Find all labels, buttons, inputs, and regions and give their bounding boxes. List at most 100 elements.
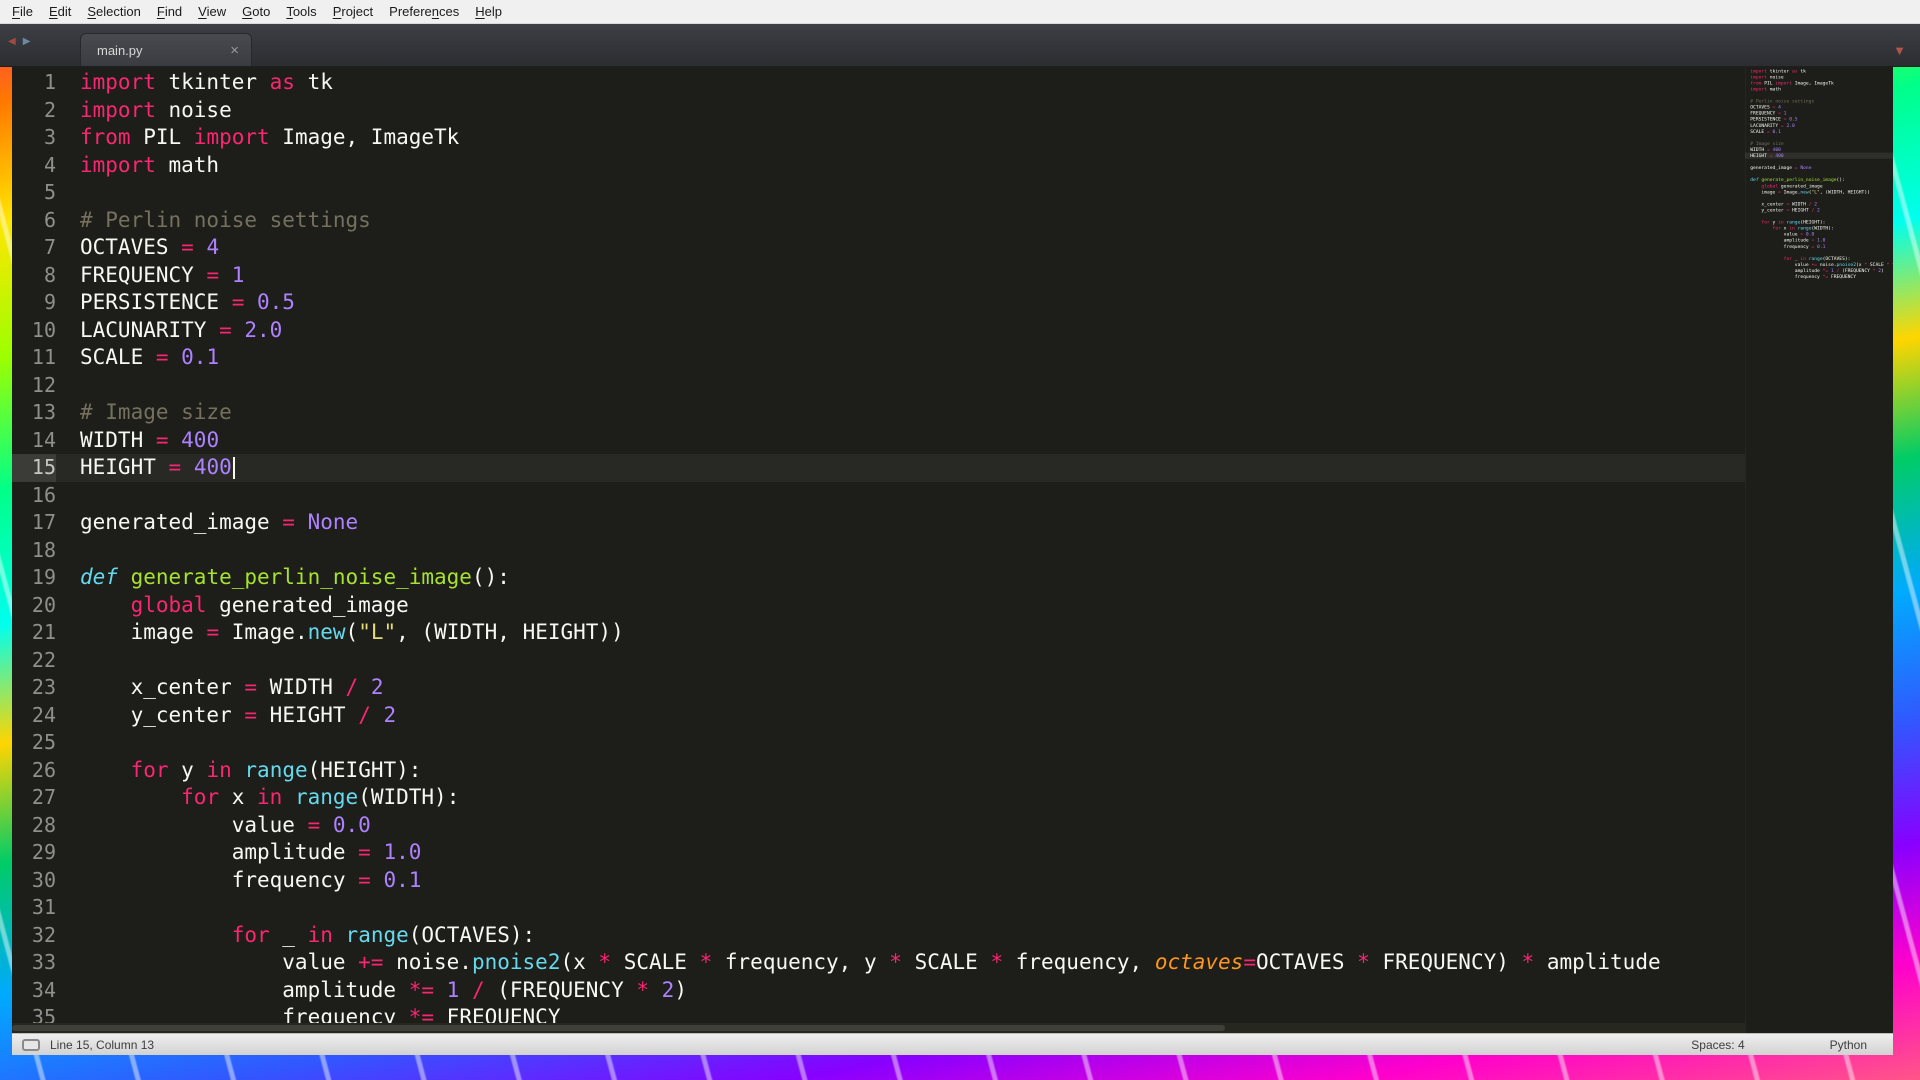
code-line-20: 20 global generated_image <box>12 592 1893 620</box>
line-number: 4 <box>12 152 56 180</box>
code-line-31: 31 <box>12 894 1893 922</box>
line-number: 9 <box>12 289 56 317</box>
close-icon[interactable]: × <box>230 43 239 58</box>
line-number: 20 <box>12 592 56 620</box>
code-line-5: 5 <box>12 179 1893 207</box>
code-line-18: 18 <box>12 537 1893 565</box>
code-line-13: 13# Image size <box>12 399 1893 427</box>
line-number: 26 <box>12 757 56 785</box>
code-line-6: 6# Perlin noise settings <box>12 207 1893 235</box>
menu-find[interactable]: Find <box>149 0 190 23</box>
code-line-1: 1import tkinter as tk <box>12 69 1893 97</box>
code-line-9: 9PERSISTENCE = 0.5 <box>12 289 1893 317</box>
code-line-28: 28 value = 0.0 <box>12 812 1893 840</box>
horizontal-scrollbar[interactable] <box>12 1023 1745 1033</box>
code-line-30: 30 frequency = 0.1 <box>12 867 1893 895</box>
line-number: 6 <box>12 207 56 235</box>
line-number: 32 <box>12 922 56 950</box>
code-line-14: 14WIDTH = 400 <box>12 427 1893 455</box>
code-line-8: 8FREQUENCY = 1 <box>12 262 1893 290</box>
line-number: 24 <box>12 702 56 730</box>
text-cursor <box>233 457 235 479</box>
code-line-33: value += noise.pnoise2(x * SCALE * frequ… <box>1745 261 1893 267</box>
indent-settings[interactable]: Spaces: 4 <box>1691 1038 1744 1052</box>
menu-tools[interactable]: Tools <box>278 0 324 23</box>
line-number: 16 <box>12 482 56 510</box>
status-panel-icon[interactable] <box>22 1039 40 1051</box>
line-number: 15 <box>12 454 56 482</box>
line-number: 5 <box>12 179 56 207</box>
line-number: 14 <box>12 427 56 455</box>
line-number: 17 <box>12 509 56 537</box>
menu-selection[interactable]: Selection <box>79 0 148 23</box>
code-line-17: 17generated_image = None <box>12 509 1893 537</box>
syntax-selector[interactable]: Python <box>1830 1038 1867 1052</box>
line-number: 13 <box>12 399 56 427</box>
menu-help[interactable]: Help <box>467 0 510 23</box>
status-bar: Line 15, Column 13 Spaces: 4 Python <box>12 1033 1893 1055</box>
line-number: 33 <box>12 949 56 977</box>
code-line-27: 27 for x in range(WIDTH): <box>12 784 1893 812</box>
tab-main-py[interactable]: main.py × <box>80 33 252 66</box>
code-line-22: 22 <box>12 647 1893 675</box>
code-line-3: 3from PIL import Image, ImageTk <box>12 124 1893 152</box>
menu-bar: FileEditSelectionFindViewGotoToolsProjec… <box>0 0 1920 24</box>
line-number: 10 <box>12 317 56 345</box>
horizontal-scrollbar-handle[interactable] <box>12 1025 1225 1031</box>
minimap[interactable]: import tkinter as tkimport noisefrom PIL… <box>1745 67 1893 1033</box>
code-line-25: 25 <box>12 729 1893 757</box>
line-number: 27 <box>12 784 56 812</box>
code-line-4: 4import math <box>12 152 1893 180</box>
line-number: 25 <box>12 729 56 757</box>
tab-bar: ◀ ▶ main.py × ▼ <box>0 24 1920 67</box>
tab-scroll-left-icon[interactable]: ◀ <box>8 37 16 47</box>
line-number: 30 <box>12 867 56 895</box>
code-line-10: 10LACUNARITY = 2.0 <box>12 317 1893 345</box>
line-number: 1 <box>12 69 56 97</box>
line-number: 19 <box>12 564 56 592</box>
line-number: 3 <box>12 124 56 152</box>
code-editor[interactable]: 1import tkinter as tk2import noise3from … <box>12 67 1893 1033</box>
code-line-35: frequency *= FREQUENCY <box>1745 274 1893 280</box>
menu-preferences[interactable]: Preferences <box>381 0 467 23</box>
line-number: 28 <box>12 812 56 840</box>
line-number: 11 <box>12 344 56 372</box>
code-line-32: 32 for _ in range(OCTAVES): <box>12 922 1893 950</box>
line-number: 23 <box>12 674 56 702</box>
code-area[interactable]: 1import tkinter as tk2import noise3from … <box>12 69 1893 1032</box>
line-number: 29 <box>12 839 56 867</box>
tab-scroll-arrows: ◀ ▶ <box>8 37 30 47</box>
code-line-12: 12 <box>12 372 1893 400</box>
code-line-7: 7OCTAVES = 4 <box>12 234 1893 262</box>
minimap-content: import tkinter as tkimport noisefrom PIL… <box>1745 67 1893 280</box>
menu-edit[interactable]: Edit <box>41 0 79 23</box>
menu-project[interactable]: Project <box>325 0 381 23</box>
code-line-19: 19def generate_perlin_noise_image(): <box>12 564 1893 592</box>
code-line-23: 23 x_center = WIDTH / 2 <box>12 674 1893 702</box>
line-number: 31 <box>12 894 56 922</box>
code-line-24: 24 y_center = HEIGHT / 2 <box>12 702 1893 730</box>
code-line-33: 33 value += noise.pnoise2(x * SCALE * fr… <box>12 949 1893 977</box>
line-number: 18 <box>12 537 56 565</box>
code-line-2: 2import noise <box>12 97 1893 125</box>
tab-label: main.py <box>97 43 143 58</box>
tab-scroll-right-icon[interactable]: ▶ <box>23 37 31 47</box>
code-line-21: 21 image = Image.new("L", (WIDTH, HEIGHT… <box>12 619 1893 647</box>
line-number: 12 <box>12 372 56 400</box>
code-line-29: 29 amplitude = 1.0 <box>12 839 1893 867</box>
cursor-position-label: Line 15, Column 13 <box>50 1038 154 1052</box>
line-number: 34 <box>12 977 56 1005</box>
line-number: 7 <box>12 234 56 262</box>
chevron-down-icon[interactable]: ▼ <box>1893 44 1906 57</box>
code-line-26: 26 for y in range(HEIGHT): <box>12 757 1893 785</box>
line-number: 21 <box>12 619 56 647</box>
line-number: 22 <box>12 647 56 675</box>
line-number: 8 <box>12 262 56 290</box>
menu-view[interactable]: View <box>190 0 234 23</box>
code-line-15: 15HEIGHT = 400 <box>12 454 1893 482</box>
code-line-16: 16 <box>12 482 1893 510</box>
code-line-34: 34 amplitude *= 1 / (FREQUENCY * 2) <box>12 977 1893 1005</box>
menu-goto[interactable]: Goto <box>234 0 278 23</box>
menu-file[interactable]: File <box>4 0 41 23</box>
code-line-11: 11SCALE = 0.1 <box>12 344 1893 372</box>
